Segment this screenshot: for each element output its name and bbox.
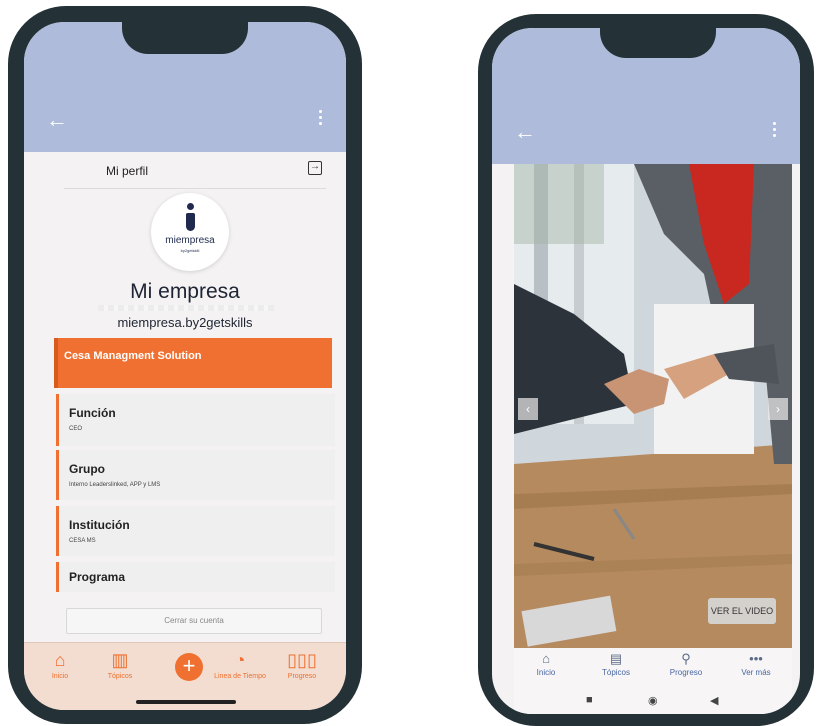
nav-topicos[interactable]: ▤ Tópicos <box>586 650 646 686</box>
logout-icon[interactable]: → <box>308 161 322 175</box>
nav-ver-mas[interactable]: ••• Ver más <box>726 650 786 686</box>
topics-icon: ▥ <box>111 650 129 670</box>
nav-progreso[interactable]: ▯▯▯ Progreso <box>272 643 332 693</box>
card-value: CEO <box>69 426 83 432</box>
nav-label: Ver más <box>741 668 771 677</box>
company-url: miempresa.by2getskills <box>24 305 346 330</box>
home-button[interactable]: ◉ <box>648 694 658 707</box>
right-screen: ← ‹ › VER EL VIDEO ⌂ Inicio ▤ Tópicos ⚲ … <box>492 28 800 714</box>
back-arrow-icon[interactable]: ← <box>514 120 538 144</box>
back-arrow-icon[interactable]: ← <box>46 108 70 132</box>
organization-name: Cesa Managment Solution <box>64 350 202 362</box>
logo-i-icon <box>186 203 195 233</box>
nav-inicio[interactable]: ⌂ Inicio <box>516 650 576 686</box>
nav-label: Linea de Tiempo <box>214 673 266 680</box>
organization-banner[interactable]: Cesa Managment Solution <box>54 338 332 388</box>
card-value: CESA MS <box>69 538 96 544</box>
close-account-button[interactable]: Cerrar su cuenta <box>66 608 322 634</box>
card-value: Interno Leaderslinked, APP y LMS <box>69 482 161 488</box>
back-button[interactable]: ◀ <box>710 694 718 707</box>
nav-label: Tópicos <box>601 668 630 677</box>
info-card-funcion: Función CEO <box>56 394 335 446</box>
more-horizontal-icon: ••• <box>749 651 763 666</box>
left-screen: ← Mi perfil → miempresa by2getskill Mi e… <box>24 22 346 710</box>
carousel-next-button[interactable]: › <box>768 398 788 420</box>
add-fab-button[interactable]: + <box>175 653 203 681</box>
nav-progreso[interactable]: ⚲ Progreso <box>656 650 716 686</box>
info-card-institucion: Institución CESA MS <box>56 506 335 556</box>
logo-wordmark: miempresa <box>165 235 215 246</box>
logo-tagline: by2getskill <box>180 248 200 253</box>
history-icon: ◔ <box>234 650 246 670</box>
left-notch <box>122 6 248 54</box>
bottom-navigation: ⌂ Inicio ▤ Tópicos ⚲ Progreso ••• Ver má… <box>514 648 792 688</box>
handshake-photo <box>514 164 792 648</box>
bar-chart-icon: ▯▯▯ <box>287 650 317 670</box>
profile-header: Mi perfil → <box>64 152 326 189</box>
nav-label: Tópicos <box>107 673 133 680</box>
home-icon: ⌂ <box>542 651 550 666</box>
carousel-prev-button[interactable]: ‹ <box>518 398 538 420</box>
card-title: Grupo <box>69 462 105 476</box>
topics-icon: ▤ <box>609 651 623 666</box>
info-card-grupo: Grupo Interno Leaderslinked, APP y LMS <box>56 450 335 500</box>
card-title: Función <box>69 406 116 420</box>
right-notch <box>600 14 716 58</box>
profile-title: Mi perfil <box>106 164 149 178</box>
handshake-illustration <box>514 164 792 648</box>
right-phone: ← ‹ › VER EL VIDEO ⌂ Inicio ▤ Tópicos ⚲ … <box>478 14 814 726</box>
nav-label: Progreso <box>287 673 317 680</box>
nav-linea-tiempo[interactable]: ◔ Linea de Tiempo <box>210 643 270 693</box>
nav-label: Inicio <box>536 668 556 677</box>
home-icon: ⌂ <box>54 650 66 670</box>
nav-topicos[interactable]: ▥ Tópicos <box>90 643 150 693</box>
card-title: Institución <box>69 518 130 532</box>
more-vertical-icon[interactable] <box>770 120 778 142</box>
recent-apps-button[interactable]: ■ <box>586 694 593 706</box>
company-name: Mi empresa <box>130 280 240 303</box>
watch-video-button[interactable]: VER EL VIDEO <box>708 598 776 624</box>
nav-label: Progreso <box>669 668 703 677</box>
progress-icon: ⚲ <box>681 651 691 666</box>
company-logo: miempresa by2getskill <box>151 193 229 271</box>
nav-inicio[interactable]: ⌂ Inicio <box>30 643 90 693</box>
card-title: Programa <box>69 570 126 584</box>
more-vertical-icon[interactable] <box>316 108 324 130</box>
left-phone: ← Mi perfil → miempresa by2getskill Mi e… <box>8 6 362 724</box>
info-card-programa: Programa <box>56 562 335 592</box>
nav-label: Inicio <box>51 673 69 680</box>
home-indicator[interactable] <box>136 700 236 704</box>
system-navigation-bar: ■ ◉ ◀ <box>514 688 792 714</box>
